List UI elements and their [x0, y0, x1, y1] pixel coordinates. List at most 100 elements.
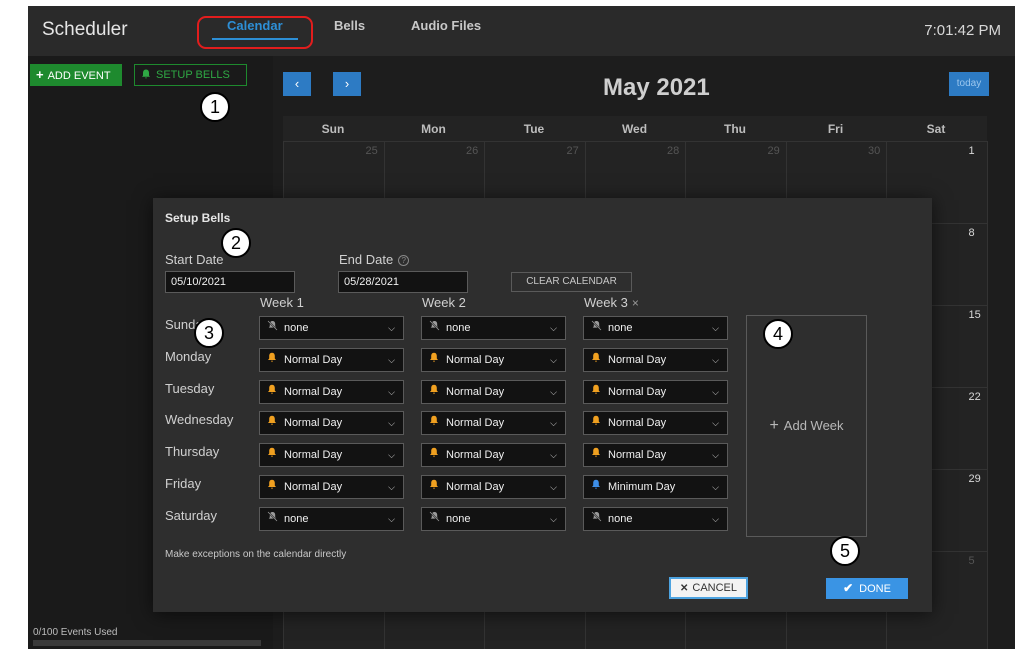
setup-bells-dialog: Setup Bells Start Date End Date? CLEAR C… — [153, 198, 932, 612]
day-number[interactable]: 29 — [969, 473, 981, 485]
chevron-down-icon: ⌵ — [712, 323, 719, 333]
grid-line — [283, 141, 987, 142]
chevron-down-icon: ⌵ — [712, 513, 719, 524]
bell-schedule-select[interactable]: Normal Day ⌵ — [259, 411, 404, 436]
help-icon[interactable]: ? — [398, 255, 410, 266]
bell-schedule-select[interactable]: Normal Day ⌵ — [259, 475, 404, 499]
day-number[interactable]: 5 — [969, 555, 975, 567]
today-button[interactable]: today — [949, 72, 989, 96]
app-title: Scheduler — [42, 19, 128, 40]
bell-schedule-select[interactable]: none ⌵ — [583, 316, 728, 340]
bell-schedule-select[interactable]: Normal Day ⌵ — [421, 411, 566, 436]
day-number[interactable]: 28 — [667, 145, 679, 157]
plus-icon: + — [769, 417, 779, 434]
day-number[interactable]: 27 — [567, 145, 579, 157]
tab-bells[interactable]: Bells — [334, 18, 365, 33]
bell-icon — [590, 382, 602, 404]
next-month-button[interactable]: › — [333, 72, 361, 96]
day-of-week-header: Tue — [523, 122, 545, 136]
callout-3: 3 — [194, 318, 224, 348]
day-number[interactable]: 8 — [969, 227, 975, 239]
check-icon: ✔ — [843, 581, 854, 595]
close-icon: ✕ — [679, 583, 689, 594]
bell-schedule-select[interactable]: Normal Day ⌵ — [259, 443, 404, 468]
grid-line — [987, 141, 988, 649]
day-number[interactable]: 15 — [969, 309, 981, 321]
bell-schedule-value: none — [608, 512, 633, 525]
bell-schedule-value: Normal Day — [608, 385, 667, 398]
callout-4: 4 — [763, 319, 793, 349]
end-date-input[interactable] — [338, 271, 468, 293]
bell-schedule-value: Normal Day — [284, 385, 343, 398]
day-number[interactable]: 22 — [969, 391, 981, 403]
bell-icon — [266, 350, 278, 372]
done-button[interactable]: ✔ DONE — [826, 578, 908, 599]
bell-schedule-value: none — [446, 322, 471, 334]
chevron-down-icon: ⌵ — [712, 418, 719, 429]
day-number[interactable]: 25 — [366, 145, 378, 157]
bell-schedule-value: Normal Day — [608, 353, 667, 366]
bell-schedule-value: Normal Day — [446, 353, 505, 366]
setup-bells-button[interactable]: SETUP BELLS — [134, 64, 247, 86]
chevron-down-icon: ⌵ — [550, 386, 557, 397]
chevron-down-icon: ⌵ — [550, 482, 557, 492]
bell-schedule-select[interactable]: Normal Day ⌵ — [421, 475, 566, 499]
bell-schedule-select[interactable]: none ⌵ — [421, 506, 566, 531]
day-number[interactable]: 30 — [868, 145, 880, 157]
bell-off-icon — [266, 318, 278, 340]
exceptions-note: Make exceptions on the calendar directly — [165, 549, 347, 560]
bell-schedule-select[interactable]: none ⌵ — [259, 506, 404, 531]
clear-calendar-button[interactable]: CLEAR CALENDAR — [511, 272, 632, 292]
bell-off-icon — [428, 318, 440, 340]
bell-schedule-value: Minimum Day — [608, 481, 676, 493]
chevron-down-icon: ⌵ — [550, 513, 557, 524]
bell-schedule-select[interactable]: none ⌵ — [583, 506, 728, 531]
prev-month-button[interactable]: ‹ — [283, 72, 311, 96]
top-bar: Scheduler Calendar Bells Audio Files 7:0… — [28, 6, 1015, 56]
day-label: Monday — [165, 348, 212, 364]
start-date-input[interactable] — [165, 271, 295, 293]
day-number[interactable]: 29 — [768, 145, 780, 157]
bell-schedule-select[interactable]: Normal Day ⌵ — [583, 443, 728, 468]
day-label: Friday — [165, 476, 202, 491]
week-3-header-group: Week 3 × — [584, 295, 639, 310]
chevron-down-icon: ⌵ — [712, 386, 719, 397]
bell-icon — [590, 477, 602, 499]
bell-schedule-select[interactable]: Normal Day ⌵ — [583, 379, 728, 404]
tab-audio-files[interactable]: Audio Files — [411, 18, 481, 33]
bell-schedule-select[interactable]: Normal Day ⌵ — [421, 347, 566, 372]
add-event-button[interactable]: + ADD EVENT — [30, 64, 122, 86]
dialog-title: Setup Bells — [165, 211, 231, 225]
bell-schedule-select[interactable]: Normal Day ⌵ — [259, 379, 404, 404]
chevron-down-icon: ⌵ — [550, 450, 557, 461]
bell-schedule-select[interactable]: Normal Day ⌵ — [583, 347, 728, 372]
bell-icon — [590, 413, 602, 435]
chevron-down-icon: ⌵ — [388, 418, 395, 429]
chevron-down-icon: ⌵ — [712, 354, 719, 365]
bell-schedule-select[interactable]: none ⌵ — [421, 316, 566, 340]
add-week-button[interactable]: + Add Week — [746, 315, 867, 537]
bell-icon — [266, 382, 278, 404]
chevron-down-icon: ⌵ — [388, 450, 395, 461]
events-used-text: 0/100 Events Used — [33, 627, 118, 638]
bell-schedule-select[interactable]: Normal Day ⌵ — [259, 347, 404, 372]
day-number[interactable]: 26 — [466, 145, 478, 157]
bell-schedule-value: Normal Day — [608, 417, 667, 430]
cancel-button[interactable]: ✕ CANCEL — [669, 577, 748, 599]
bell-icon — [590, 350, 602, 372]
bell-schedule-select[interactable]: none ⌵ — [259, 316, 404, 340]
bell-icon — [428, 445, 440, 467]
bell-schedule-select[interactable]: Normal Day ⌵ — [421, 443, 566, 468]
remove-week-icon[interactable]: × — [632, 296, 639, 310]
chevron-down-icon: ⌵ — [712, 450, 719, 461]
bell-schedule-select[interactable]: Normal Day ⌵ — [583, 411, 728, 436]
bell-schedule-value: none — [608, 322, 633, 334]
bell-schedule-select[interactable]: Normal Day ⌵ — [421, 379, 566, 404]
day-label: Thursday — [165, 444, 220, 460]
callout-2: 2 — [221, 228, 251, 258]
bell-schedule-value: none — [446, 512, 471, 525]
day-number[interactable]: 1 — [969, 145, 975, 157]
bell-schedule-select[interactable]: Minimum Day ⌵ — [583, 475, 728, 499]
bell-off-icon — [428, 509, 440, 531]
week-3-header: Week 3 — [584, 295, 628, 310]
